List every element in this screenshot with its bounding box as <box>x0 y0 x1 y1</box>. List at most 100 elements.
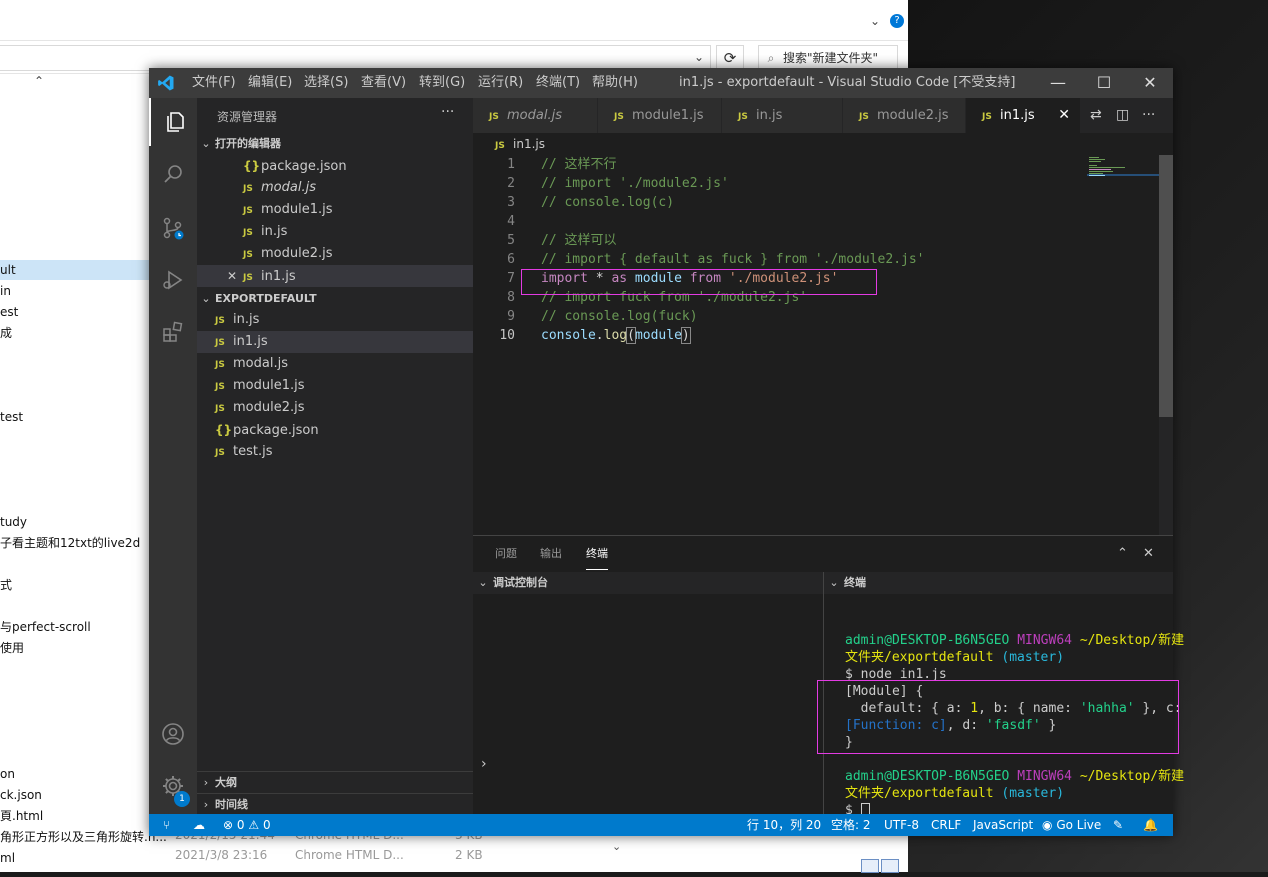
open-editor-item-active[interactable]: ✕ JS in1.js <box>197 265 473 287</box>
remote-branch-icon[interactable]: ⑂ <box>163 814 170 836</box>
search-activity[interactable] <box>149 150 197 198</box>
open-editor-item[interactable]: JS module1.js <box>197 199 473 221</box>
maximize-button[interactable]: ☐ <box>1081 68 1127 98</box>
menu-selection[interactable]: 选择(S) <box>304 68 348 98</box>
nav-item[interactable]: 式 <box>0 575 150 595</box>
file-item[interactable]: JS in.js <box>197 309 473 331</box>
tab-module1[interactable]: JS module1.js <box>598 98 722 133</box>
terminal-output[interactable]: admin@DESKTOP-B6N5GEO MINGW64 ~/Desktop/… <box>817 594 1184 818</box>
code-token: ) <box>680 327 691 344</box>
nav-item-selected[interactable]: ult <box>0 260 150 280</box>
minimap[interactable] <box>1087 155 1159 535</box>
nav-item[interactable]: est <box>0 302 150 322</box>
debug-console[interactable]: ⌄ 调试控制台 › <box>473 572 824 815</box>
cursor-position[interactable]: 行 10，列 20 <box>747 814 821 836</box>
code-editor[interactable]: 1 2 3 4 5 6 7 8 9 10 // 这样不行 // import '… <box>473 155 1159 535</box>
menu-go[interactable]: 转到(G) <box>419 68 465 98</box>
code-token: . <box>595 328 604 343</box>
open-editor-item[interactable]: JS modal.js <box>197 177 473 199</box>
nav-item[interactable]: 子看主题和12txt的live2d <box>0 533 150 553</box>
menu-edit[interactable]: 编辑(E) <box>248 68 292 98</box>
nav-item[interactable]: 頁.html <box>0 806 150 826</box>
indentation[interactable]: 空格: 2 <box>831 814 871 836</box>
open-editor-item[interactable]: JS module2.js <box>197 243 473 265</box>
menu-file[interactable]: 文件(F) <box>192 68 236 98</box>
file-item[interactable]: JS modal.js <box>197 353 473 375</box>
feedback-icon[interactable]: ✎ <box>1113 814 1123 836</box>
encoding[interactable]: UTF-8 <box>884 814 919 836</box>
close-panel-icon[interactable]: ✕ <box>1143 536 1154 572</box>
tab-terminal[interactable]: 终端 <box>586 536 608 570</box>
chevron-down-icon[interactable]: ⌄ <box>870 14 880 28</box>
run-debug-activity[interactable] <box>149 256 197 304</box>
menu-terminal[interactable]: 终端(T) <box>536 68 580 98</box>
split-editor-icon[interactable]: ◫ <box>1116 98 1129 133</box>
go-live-button[interactable]: ◉ Go Live <box>1042 814 1101 836</box>
nav-item[interactable]: 与perfect-scroll <box>0 617 150 637</box>
file-item[interactable]: JS test.js <box>197 441 473 463</box>
tab-problems[interactable]: 问题 <box>495 536 517 572</box>
json-file-icon: {} <box>215 423 233 437</box>
debug-console-header[interactable]: ⌄ 调试控制台 <box>473 572 823 594</box>
timeline-section[interactable]: › 时间线 <box>197 793 473 816</box>
tab-modal[interactable]: JS modal.js <box>473 98 598 133</box>
more-actions-icon[interactable]: ··· <box>441 104 454 120</box>
sync-icon[interactable]: ☁ <box>193 814 205 836</box>
close-button[interactable]: ✕ <box>1127 68 1173 98</box>
chevron-down-icon[interactable]: ⌄ <box>694 50 704 64</box>
language-mode[interactable]: JavaScript <box>973 814 1033 836</box>
open-editor-item[interactable]: {}package.json <box>197 155 473 177</box>
nav-item[interactable]: ck.json <box>0 785 150 805</box>
tab-output[interactable]: 输出 <box>540 536 562 572</box>
menu-run[interactable]: 运行(R) <box>478 68 523 98</box>
open-editors-section[interactable]: ⌄ 打开的编辑器 <box>197 133 473 155</box>
scrollbar-thumb[interactable] <box>1159 155 1173 417</box>
file-item[interactable]: JS module2.js <box>197 397 473 419</box>
nav-item[interactable]: 使用 <box>0 638 150 658</box>
view-toggle[interactable] <box>861 858 901 873</box>
file-item[interactable]: {}package.json <box>197 419 473 441</box>
extensions-activity[interactable] <box>149 308 197 356</box>
minimize-button[interactable]: — <box>1035 68 1081 98</box>
explorer-activity[interactable] <box>149 98 199 146</box>
manage-activity[interactable]: 1 <box>149 762 197 810</box>
open-editor-item[interactable]: JS in.js <box>197 221 473 243</box>
outline-section[interactable]: › 大纲 <box>197 771 473 794</box>
tab-in[interactable]: JS in.js <box>722 98 843 133</box>
help-icon[interactable]: ? <box>890 14 904 28</box>
details-view-icon[interactable] <box>861 859 879 873</box>
menu-help[interactable]: 帮助(H) <box>592 68 638 98</box>
close-icon[interactable]: ✕ <box>221 265 243 287</box>
close-icon[interactable]: ✕ <box>1058 98 1070 133</box>
terminal-line: 文件夹/exportdefault (master) <box>845 785 1064 802</box>
nav-item[interactable]: test <box>0 407 150 427</box>
chevron-up-icon[interactable]: ⌃ <box>34 74 44 88</box>
nav-item[interactable]: in <box>0 281 150 301</box>
accounts-activity[interactable] <box>149 710 197 758</box>
folder-section[interactable]: ⌄ EXPORTDEFAULT <box>197 288 473 310</box>
nav-item[interactable]: on <box>0 764 150 784</box>
scroll-down-icon[interactable]: ⌄ <box>612 840 621 853</box>
terminal-header[interactable]: ⌄ 终端 <box>824 572 1173 594</box>
breadcrumb-item[interactable]: in1.js <box>513 137 545 151</box>
open-changes-icon[interactable]: ⇄ <box>1090 98 1102 133</box>
nav-item[interactable] <box>0 236 150 256</box>
file-item-selected[interactable]: JS in1.js <box>197 331 473 353</box>
menu-view[interactable]: 查看(V) <box>361 68 406 98</box>
terminal-branch: (master) <box>1001 650 1065 665</box>
file-item[interactable]: JS module1.js <box>197 375 473 397</box>
tab-in1[interactable]: JS in1.js ✕ <box>966 98 1081 133</box>
nav-item[interactable]: tudy <box>0 512 150 532</box>
more-actions-icon[interactable]: ··· <box>1142 98 1155 133</box>
tab-module2[interactable]: JS module2.js <box>843 98 966 133</box>
nav-item[interactable]: 成 <box>0 323 150 343</box>
large-icons-view-icon[interactable] <box>881 859 899 873</box>
editor-scrollbar[interactable] <box>1159 155 1173 535</box>
problems-status[interactable]: ⊗ 0 ⚠ 0 <box>223 814 271 836</box>
source-control-activity[interactable] <box>149 204 197 252</box>
line-ending[interactable]: CRLF <box>931 814 961 836</box>
line-number: 6 <box>507 252 515 267</box>
notifications-bell-icon[interactable]: 🔔 <box>1143 814 1158 836</box>
maximize-panel-icon[interactable]: ⌃ <box>1117 536 1128 572</box>
nav-item-label: in <box>0 284 11 298</box>
